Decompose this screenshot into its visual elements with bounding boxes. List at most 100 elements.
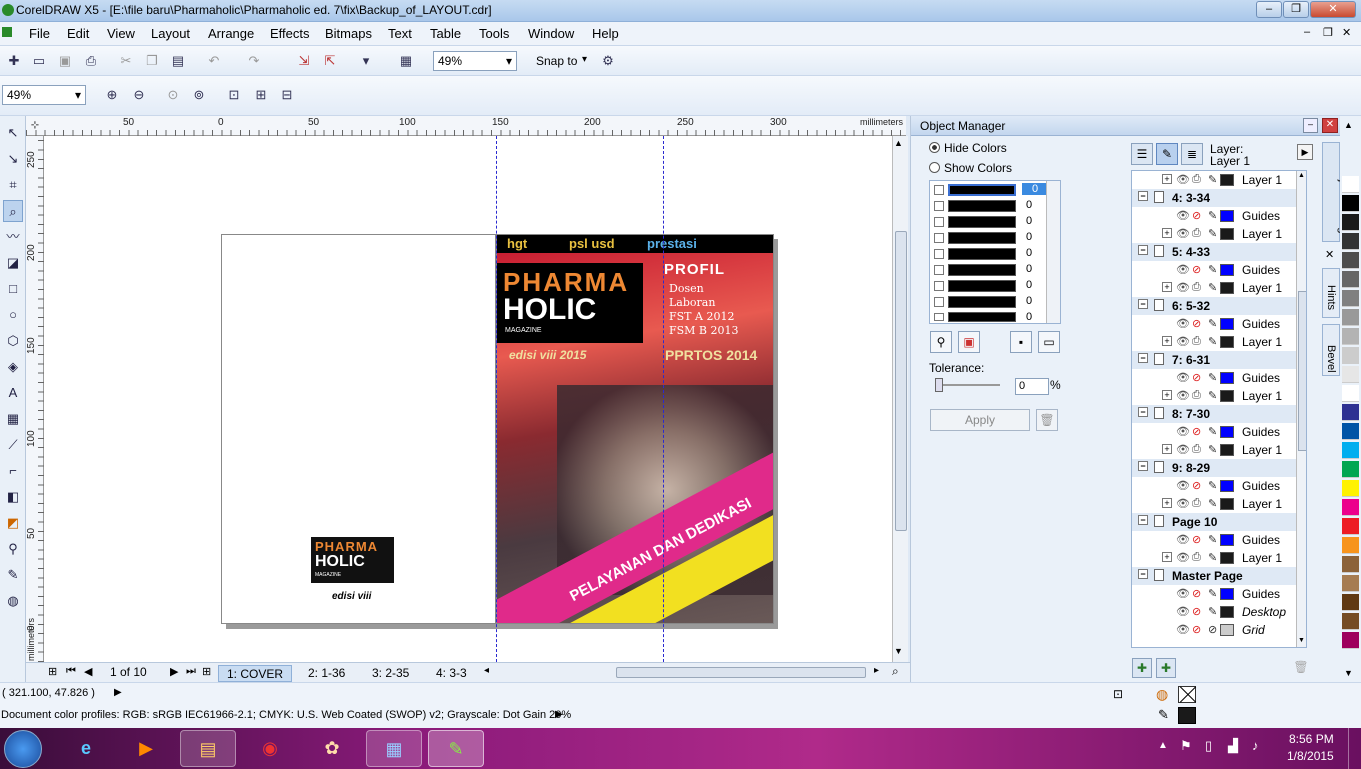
layer-color-swatch[interactable] [1220,606,1234,618]
visibility-eye-icon[interactable]: 👁 [1176,479,1190,492]
edit-lock-icon[interactable]: ✎ [1208,281,1217,294]
show-desktop-button[interactable] [1348,728,1361,769]
visibility-eye-icon[interactable]: 👁 [1176,281,1190,294]
tree-layer-row[interactable]: + 👁 ⎙ ✎ Layer 1 [1132,171,1298,189]
layer-color-swatch[interactable] [1220,498,1234,510]
swatch-checkbox[interactable] [934,297,944,307]
menu-tools[interactable]: Tools [479,26,509,41]
swatch-checkbox[interactable] [934,313,944,321]
side-tab-bevel[interactable]: Bevel [1322,324,1340,376]
not-printable-icon[interactable]: ⊘ [1192,209,1201,222]
visibility-eye-icon[interactable]: 👁 [1176,227,1190,240]
tree-layer-row[interactable]: 👁 ⊘ ✎ Guides [1132,423,1298,441]
close-button[interactable]: ✕ [1310,1,1356,18]
edit-lock-icon[interactable]: ✎ [1208,227,1217,240]
palette-swatch[interactable] [1342,366,1359,383]
expand-icon[interactable]: + [1162,390,1172,400]
transparency-tool-icon[interactable]: ◩ [3,512,23,534]
open-icon[interactable]: ▭ [29,51,49,71]
color-select-icon[interactable]: ▣ [958,331,980,353]
tolerance-slider-thumb[interactable] [935,378,943,392]
collapse-icon[interactable]: − [1138,191,1148,201]
tree-layer-row[interactable]: 👁 ⊘ ✎ Guides [1132,207,1298,225]
layer-color-swatch[interactable] [1220,390,1234,402]
back-cover-page[interactable]: PHARMA HOLIC MAGAZINE edisi viii [221,234,496,624]
edit-lock-icon[interactable]: ✎ [1208,533,1217,546]
dimension-tool-icon[interactable]: ⟋ [3,434,23,456]
palette-swatch[interactable] [1342,328,1359,345]
not-printable-icon[interactable]: ⊘ [1192,425,1201,438]
palette-swatch[interactable] [1342,594,1359,611]
palette-swatch[interactable] [1342,537,1359,554]
guideline[interactable] [663,136,664,662]
tree-page-row[interactable]: − 6: 5-32 [1132,297,1298,315]
redo-icon[interactable]: ↷ [244,51,264,71]
page-counter[interactable]: 1 of 10 [110,665,147,679]
edit-lock-icon[interactable]: ✎ [1208,479,1217,492]
scroll-down-icon[interactable]: ▼ [894,646,903,656]
palette-swatch[interactable] [1342,442,1359,459]
edit-lock-icon[interactable]: ✎ [1208,587,1217,600]
palette-swatch[interactable] [1342,347,1359,364]
palette-swatch[interactable] [1342,480,1359,497]
visibility-eye-icon[interactable]: 👁 [1176,551,1190,564]
layer-manager-view-icon[interactable]: ≣ [1181,143,1203,165]
edit-lock-icon[interactable]: ✎ [1208,335,1217,348]
palette-scroll-up-icon[interactable]: ▲ [1344,120,1353,130]
palette-swatch[interactable] [1342,461,1359,478]
printable-icon[interactable]: ⎙ [1192,335,1201,348]
application-launcher-icon[interactable]: ▾ [356,51,376,71]
save-icon[interactable]: ▪ [1010,331,1032,353]
edit-lock-icon[interactable]: ⊘ [1208,623,1217,636]
visibility-eye-icon[interactable]: 👁 [1176,263,1190,276]
tree-layer-row[interactable]: 👁 ⊘ ✎ Guides [1132,369,1298,387]
color-swatch-list[interactable]: 0 0 0 0 0 0 0 0 0 [929,180,1061,324]
edit-lock-icon[interactable]: ✎ [1208,209,1217,222]
palette-swatch[interactable] [1342,290,1359,307]
edit-lock-icon[interactable]: ✎ [1208,371,1217,384]
scroll-left-icon[interactable]: ◂ [484,665,489,676]
vertical-ruler[interactable]: 250 200 150 100 50 0 millimeters [26,136,44,662]
not-printable-icon[interactable]: ⊘ [1192,317,1201,330]
layer-menu-arrow-icon[interactable]: ▶ [1297,144,1313,160]
collapse-icon[interactable]: − [1138,245,1148,255]
expand-icon[interactable]: + [1162,174,1172,184]
tree-page-row[interactable]: − 7: 6-31 [1132,351,1298,369]
import-icon[interactable]: ⇲ [294,51,314,71]
layer-color-swatch[interactable] [1220,444,1234,456]
palette-swatch[interactable] [1342,214,1359,231]
show-properties-icon[interactable]: ☰ [1131,143,1153,165]
collapse-icon[interactable]: − [1138,353,1148,363]
swatch-checkbox[interactable] [934,233,944,243]
zoom-combo[interactable]: 49% ▾ [433,51,517,71]
tree-layer-row[interactable]: + 👁 ⎙ ✎ Layer 1 [1132,333,1298,351]
guideline[interactable] [496,136,497,662]
swatch-checkbox[interactable] [934,281,944,291]
horizontal-scroll-thumb[interactable] [616,667,866,678]
tree-layer-row[interactable]: 👁 ⊘ ✎ Guides [1132,477,1298,495]
not-printable-icon[interactable]: ⊘ [1192,479,1201,492]
collapse-icon[interactable]: − [1138,407,1148,417]
explorer-icon[interactable]: ▤ [180,730,236,767]
edit-lock-icon[interactable]: ✎ [1208,317,1217,330]
add-page-icon[interactable]: ⊞ [48,665,57,678]
layer-color-swatch[interactable] [1220,174,1234,186]
tree-page-row[interactable]: − 4: 3-34 [1132,189,1298,207]
front-cover-page[interactable]: hgt psl usd prestasi PHARMA HOLIC MAGAZI… [496,234,774,624]
layer-color-swatch[interactable] [1220,588,1234,600]
tolerance-slider-track[interactable] [936,384,1000,386]
visibility-eye-icon[interactable]: 👁 [1176,371,1190,384]
menu-table[interactable]: Table [430,26,461,41]
ellipse-tool-icon[interactable]: ○ [3,304,23,326]
vertical-scrollbar[interactable]: ▲ ▼ [892,136,908,662]
edit-lock-icon[interactable]: ✎ [1208,389,1217,402]
swatch-checkbox[interactable] [934,185,944,195]
trash-icon[interactable]: 🗑 [1036,409,1058,431]
photo-viewer-icon[interactable]: ▦ [366,730,422,767]
zoom-height-icon[interactable]: ⊟ [277,85,297,105]
expand-icon[interactable]: + [1162,282,1172,292]
tree-layer-row[interactable]: + 👁 ⎙ ✎ Layer 1 [1132,225,1298,243]
expand-icon[interactable]: + [1162,498,1172,508]
zoom-level-combo[interactable]: 49% ▾ [2,85,86,105]
menu-bitmaps[interactable]: Bitmaps [325,26,372,41]
